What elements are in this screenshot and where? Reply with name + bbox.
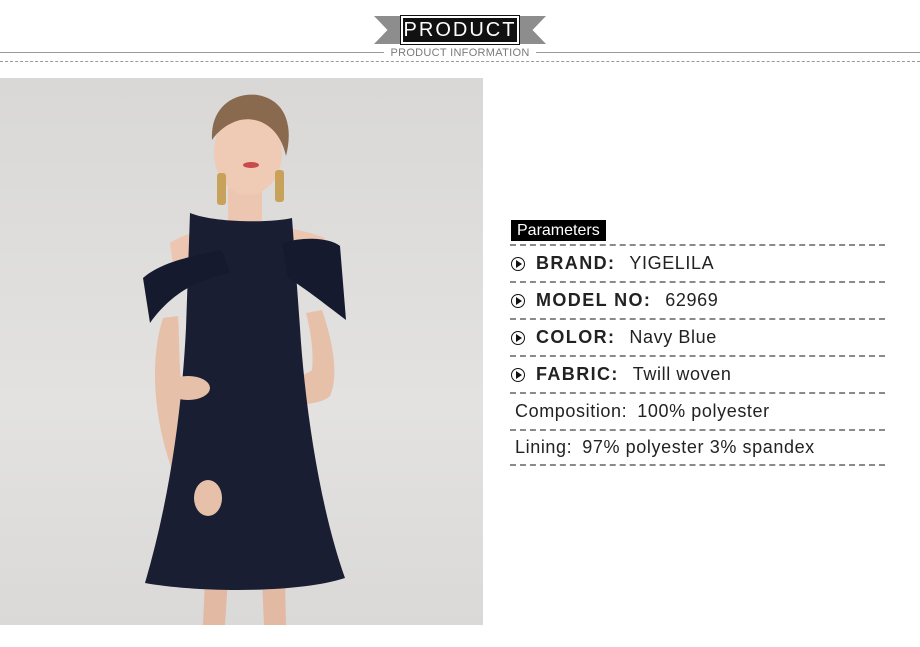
chevron-right-icon: [511, 293, 525, 308]
parameters-panel: Parameters BRAND: YIGELILA MODEL NO: 629…: [510, 220, 885, 466]
param-value: 97% polyester 3% spandex: [582, 437, 815, 457]
param-value: Twill woven: [632, 364, 732, 384]
chevron-right-icon: [511, 330, 525, 345]
parameters-heading: Parameters: [511, 220, 606, 241]
header-dotted-rule: [0, 61, 920, 62]
param-label: COLOR:: [536, 327, 616, 347]
param-row-fabric: FABRIC: Twill woven: [510, 355, 885, 392]
param-label: Composition:: [515, 401, 628, 421]
param-value: 62969: [665, 290, 719, 310]
ribbon-right-wing: [516, 16, 546, 44]
chevron-right-icon: [511, 367, 525, 382]
param-value: 100% polyester: [637, 401, 770, 421]
section-subtitle: PRODUCT INFORMATION: [384, 46, 536, 60]
product-photo: [0, 78, 483, 625]
param-label: MODEL NO:: [536, 290, 652, 310]
model-in-navy-dress-photo: [143, 94, 346, 625]
param-row-brand: BRAND: YIGELILA: [510, 244, 885, 281]
param-label: BRAND:: [536, 253, 616, 273]
param-row-lining: Lining: 97% polyester 3% spandex: [510, 429, 885, 466]
param-row-color: COLOR: Navy Blue: [510, 318, 885, 355]
param-label: FABRIC:: [536, 364, 619, 384]
ribbon-left-wing: [374, 16, 404, 44]
chevron-right-icon: [511, 256, 525, 271]
section-title: PRODUCT: [400, 15, 520, 45]
param-value: Navy Blue: [629, 327, 717, 347]
param-row-composition: Composition: 100% polyester: [510, 392, 885, 429]
param-row-model-no: MODEL NO: 62969: [510, 281, 885, 318]
param-value: YIGELILA: [629, 253, 715, 273]
param-label: Lining:: [515, 437, 573, 457]
